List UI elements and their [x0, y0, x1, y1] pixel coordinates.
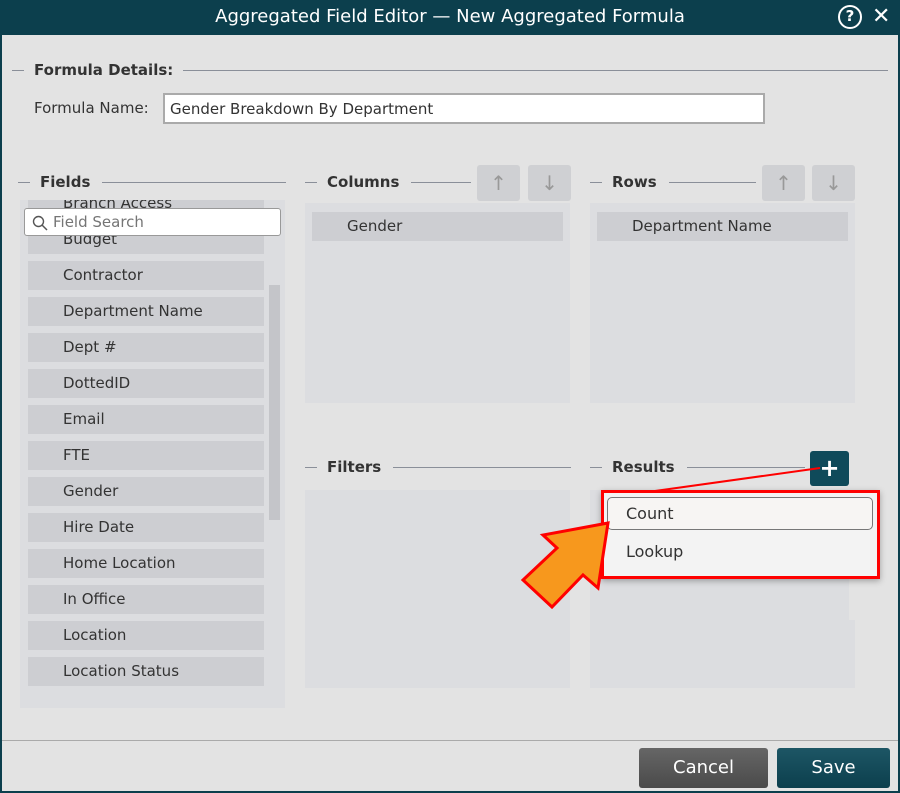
rows-move-up-button[interactable]: ↑	[762, 165, 805, 201]
columns-move-down-button[interactable]: ↓	[528, 165, 571, 201]
field-search	[24, 208, 281, 236]
menu-item-count[interactable]: Count	[607, 497, 873, 530]
title-bar: Aggregated Field Editor — New Aggregated…	[0, 0, 900, 35]
row-item-department-name[interactable]: Department Name	[597, 212, 848, 241]
window-title: Aggregated Field Editor — New Aggregated…	[215, 6, 685, 27]
formula-name-input[interactable]	[163, 93, 765, 124]
columns-header: Columns	[305, 173, 471, 191]
section-label: Formula Details:	[34, 61, 174, 79]
rows-list: Department Name	[590, 203, 855, 403]
field-item[interactable]: Department Name	[28, 297, 264, 326]
close-icon[interactable]: ✕	[872, 0, 890, 34]
section-label: Results	[612, 458, 675, 476]
formula-details-header: Formula Details:	[12, 61, 888, 79]
fields-list: Branch Access Budget Contractor Department …	[20, 200, 285, 708]
rows-move-down-button[interactable]: ↓	[812, 165, 855, 201]
field-item[interactable]: Gender	[28, 477, 264, 506]
section-label: Rows	[612, 173, 657, 191]
field-item[interactable]: Contractor	[28, 261, 264, 290]
section-label: Filters	[327, 458, 382, 476]
columns-list: Gender	[305, 203, 570, 403]
field-item[interactable]: Location Status	[28, 657, 264, 686]
help-icon[interactable]: ?	[838, 5, 862, 29]
field-item[interactable]: Home Location	[28, 549, 264, 578]
results-list-edge	[849, 620, 855, 688]
field-item[interactable]: FTE	[28, 441, 264, 470]
field-search-input[interactable]	[53, 211, 273, 233]
results-header: Results	[590, 458, 805, 476]
section-label: Fields	[40, 173, 91, 191]
cancel-button[interactable]: Cancel	[639, 748, 768, 788]
filters-header: Filters	[305, 458, 571, 476]
field-item[interactable]: Hire Date	[28, 513, 264, 542]
columns-move-up-button[interactable]: ↑	[477, 165, 520, 201]
formula-name-label: Formula Name:	[34, 99, 149, 117]
fields-header: Fields	[18, 173, 286, 191]
filters-list	[305, 490, 570, 688]
menu-item-lookup[interactable]: Lookup	[607, 535, 873, 568]
field-item[interactable]: Location	[28, 621, 264, 650]
rows-header: Rows	[590, 173, 756, 191]
field-item[interactable]: Email	[28, 405, 264, 434]
search-icon	[32, 215, 48, 231]
result-type-menu: Count Lookup	[601, 490, 880, 579]
section-label: Columns	[327, 173, 400, 191]
scrollbar[interactable]	[269, 285, 280, 520]
footer-divider	[2, 740, 898, 741]
field-item[interactable]: Dept #	[28, 333, 264, 362]
add-result-button[interactable]: +	[810, 451, 849, 486]
field-item[interactable]: DottedID	[28, 369, 264, 398]
save-button[interactable]: Save	[777, 748, 890, 788]
field-item[interactable]: In Office	[28, 585, 264, 614]
column-item-gender[interactable]: Gender	[312, 212, 563, 241]
